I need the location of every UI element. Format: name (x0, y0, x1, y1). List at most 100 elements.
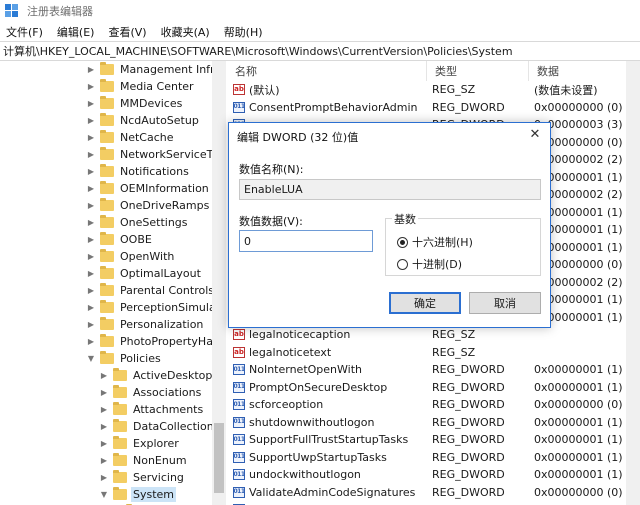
tree-item[interactable]: ▶ MMDevices (86, 95, 184, 112)
chevron-right-icon[interactable]: ▶ (86, 316, 96, 333)
tree-item[interactable]: ▼ System (99, 486, 177, 503)
tree-scrollbar[interactable] (212, 61, 226, 505)
value-name-cell: 011 ConsentPromptBehaviorAdmin (233, 99, 418, 116)
chevron-right-icon[interactable]: ▶ (99, 367, 109, 384)
value-name-label: 数值名称(N): (239, 163, 304, 176)
value-row[interactable]: 011 0x00000001 (1) (227, 501, 640, 505)
tree-item[interactable]: ▶ Attachments (99, 401, 205, 418)
tree-item-label: Notifications (120, 165, 189, 178)
value-row[interactable]: 011 PromptOnSecureDesktop REG_DWORD 0x00000… (227, 379, 640, 396)
radio-hexadecimal[interactable]: 十六进制(H) (397, 234, 473, 250)
tree-item[interactable]: ▶ Explorer (99, 435, 181, 452)
chevron-right-icon[interactable]: ▶ (86, 129, 96, 146)
tree-item[interactable]: ▼ Policies (86, 350, 163, 367)
tree-item[interactable]: ▶ Management Infras (86, 61, 226, 78)
tree-item[interactable]: ▶ Personalization (86, 316, 205, 333)
chevron-right-icon[interactable]: ▶ (86, 112, 96, 129)
tree-item[interactable]: ▶ ActiveDesktop (99, 367, 214, 384)
chevron-right-icon[interactable]: ▶ (99, 418, 109, 435)
chevron-right-icon[interactable]: ▶ (86, 61, 96, 78)
value-type: REG_DWORD (432, 398, 505, 411)
radio-unselected-icon[interactable] (397, 258, 408, 270)
folder-icon (100, 147, 114, 160)
chevron-right-icon[interactable]: ▶ (86, 265, 96, 282)
tree-item[interactable]: ▶ OOBE (86, 231, 154, 248)
tree-item-label: Media Center (120, 80, 194, 93)
menu-help[interactable]: 帮助(H) (218, 24, 271, 40)
column-header-type[interactable]: 类型 (427, 61, 529, 81)
chevron-right-icon[interactable]: ▶ (86, 333, 96, 350)
value-row[interactable]: ab (默认) REG_SZ (数值未设置) (227, 81, 640, 98)
value-row[interactable]: 011 SupportFullTrustStartupTasks REG_DWORD… (227, 431, 640, 448)
chevron-right-icon[interactable]: ▶ (86, 180, 96, 197)
ok-button[interactable]: 确定 (389, 292, 461, 314)
folder-icon (100, 79, 114, 92)
value-row[interactable]: ab legalnoticecaption REG_SZ (227, 326, 640, 343)
chevron-down-icon[interactable]: ▼ (86, 350, 96, 367)
close-icon[interactable]: ✕ (526, 125, 544, 143)
tree-item[interactable]: ▶ PhotoPropertyHand (86, 333, 225, 350)
chevron-down-icon[interactable]: ▼ (99, 486, 109, 503)
folder-icon (100, 62, 114, 75)
value-row[interactable]: 011 NoInternetOpenWith REG_DWORD 0x00000001… (227, 361, 640, 378)
value-row[interactable]: ab legalnoticetext REG_SZ (227, 344, 640, 361)
value-row[interactable]: 011 SupportUwpStartupTasks REG_DWORD 0x0000… (227, 449, 640, 466)
menu-file[interactable]: 文件(F) (0, 24, 51, 40)
tree-item[interactable]: ▶ PerceptionSimulatio (86, 299, 225, 316)
tree-item[interactable]: ▶ NetCache (86, 129, 176, 146)
folder-icon (100, 198, 114, 211)
chevron-right-icon[interactable]: ▶ (86, 299, 96, 316)
menu-favorites[interactable]: 收藏夹(A) (155, 24, 218, 40)
radio-selected-icon[interactable] (397, 236, 408, 248)
folder-icon (113, 368, 127, 381)
value-name: SupportUwpStartupTasks (249, 450, 387, 464)
chevron-right-icon[interactable]: ▶ (86, 95, 96, 112)
tree-item[interactable]: ▶ Servicing (99, 469, 186, 486)
tree-item[interactable]: ▶ Notifications (86, 163, 191, 180)
tree-scrollbar-thumb[interactable] (214, 423, 224, 493)
value-row[interactable]: 011 scforceoption REG_DWORD 0x00000000 (0) (227, 396, 640, 413)
cancel-button[interactable]: 取消 (469, 292, 541, 314)
chevron-right-icon[interactable]: ▶ (86, 146, 96, 163)
tree-item[interactable]: ▶ OEMInformation (86, 180, 211, 197)
chevron-right-icon[interactable]: ▶ (86, 248, 96, 265)
value-data-input[interactable]: 0 (239, 230, 373, 252)
value-row[interactable]: 011 ConsentPromptBehaviorAdmin REG_DWORD 0x… (227, 99, 640, 116)
tree-item[interactable]: ▶ NetworkServiceTrig (86, 146, 225, 163)
tree-item[interactable]: ▶ OpenWith (86, 248, 176, 265)
tree-item[interactable]: ▶ Media Center (86, 78, 196, 95)
tree-item-label: Management Infras (120, 63, 226, 76)
chevron-right-icon[interactable]: ▶ (99, 435, 109, 452)
menu-view[interactable]: 查看(V) (102, 24, 154, 40)
chevron-right-icon[interactable]: ▶ (86, 231, 96, 248)
chevron-right-icon[interactable]: ▶ (86, 78, 96, 95)
chevron-right-icon[interactable]: ▶ (86, 214, 96, 231)
column-header-name[interactable]: 名称 (227, 61, 427, 81)
chevron-right-icon[interactable]: ▶ (99, 384, 109, 401)
value-row[interactable]: 011 shutdownwithoutlogon REG_DWORD 0x000000… (227, 414, 640, 431)
chevron-right-icon[interactable]: ▶ (86, 282, 96, 299)
value-data: (数值未设置) (534, 83, 598, 97)
value-row[interactable]: 011 ValidateAdminCodeSignatures REG_DWORD 0… (227, 484, 640, 501)
tree-item[interactable]: ▶ OptimalLayout (86, 265, 203, 282)
chevron-right-icon[interactable]: ▶ (99, 469, 109, 486)
radio-decimal[interactable]: 十进制(D) (397, 256, 462, 272)
tree-item[interactable]: ▶ OneDriveRamps (86, 197, 211, 214)
key-tree[interactable]: ▶ Management Infras ▶ Media Center ▶ MMDevice… (0, 61, 226, 505)
chevron-right-icon[interactable]: ▶ (99, 452, 109, 469)
tree-item[interactable]: ▶ NcdAutoSetup (86, 112, 201, 129)
column-header-data[interactable]: 数据 (529, 61, 640, 81)
values-scrollbar[interactable] (626, 61, 640, 505)
tree-item[interactable]: ▶ Associations (99, 384, 203, 401)
tree-item[interactable]: ▶ OneSettings (86, 214, 190, 231)
tree-item[interactable]: ▶ DataCollection (99, 418, 216, 435)
value-row[interactable]: 011 undockwithoutlogon REG_DWORD 0x00000001… (227, 466, 640, 483)
chevron-right-icon[interactable]: ▶ (86, 163, 96, 180)
value-name: legalnoticetext (249, 345, 332, 359)
tree-item[interactable]: ▶ NonEnum (99, 452, 189, 469)
tree-item[interactable]: ▶ Parental Controls (86, 282, 216, 299)
chevron-right-icon[interactable]: ▶ (99, 401, 109, 418)
address-bar[interactable]: 计算机\HKEY_LOCAL_MACHINE\SOFTWARE\Microsof… (0, 41, 640, 61)
chevron-right-icon[interactable]: ▶ (86, 197, 96, 214)
menu-edit[interactable]: 编辑(E) (51, 24, 103, 40)
